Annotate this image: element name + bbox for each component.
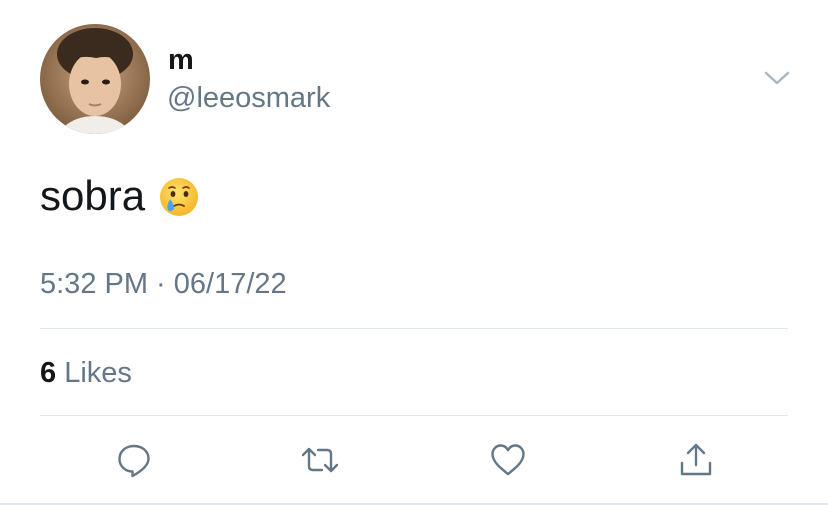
share-icon bbox=[680, 443, 712, 476]
reply-icon bbox=[118, 444, 150, 478]
heart-icon bbox=[491, 444, 525, 476]
likes-count: 6 bbox=[40, 357, 57, 389]
like-button[interactable] bbox=[488, 440, 528, 480]
chevron-down-icon[interactable] bbox=[763, 69, 791, 87]
tweet-timestamp[interactable]: 5:32 PM · 06/17/22 bbox=[40, 266, 287, 302]
reply-button[interactable] bbox=[114, 440, 154, 480]
share-button[interactable] bbox=[676, 440, 716, 480]
author-display-name[interactable]: m bbox=[168, 43, 194, 77]
divider bbox=[40, 328, 788, 329]
likes-label: Likes bbox=[64, 357, 132, 389]
retweet-icon bbox=[301, 447, 339, 473]
tweet-text-content: sobra bbox=[40, 172, 146, 219]
likes-stat[interactable]: 6 Likes bbox=[40, 355, 132, 391]
avatar[interactable] bbox=[40, 24, 150, 134]
divider bbox=[40, 415, 788, 416]
retweet-button[interactable] bbox=[300, 440, 340, 480]
face-holding-back-tears-emoji-icon bbox=[158, 176, 200, 218]
author-handle[interactable]: @leeosmark bbox=[167, 81, 330, 115]
tweet-text: sobra bbox=[40, 172, 200, 220]
